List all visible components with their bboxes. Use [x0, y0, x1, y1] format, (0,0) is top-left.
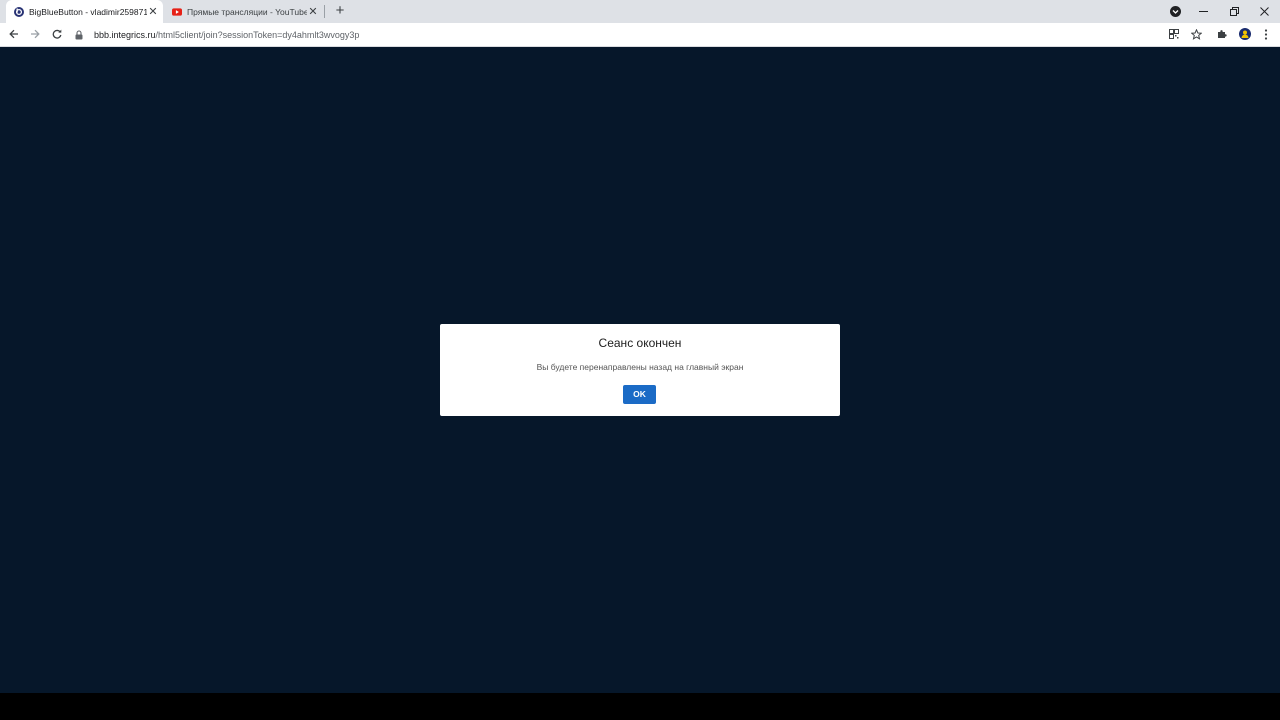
ok-button[interactable]: OK — [623, 385, 656, 404]
close-window-icon[interactable] — [1249, 0, 1279, 23]
dialog-message: Вы будете перенаправлены назад на главны… — [536, 362, 744, 372]
dialog-title: Сеанс окончен — [598, 336, 682, 350]
bigbluebutton-icon — [14, 6, 24, 17]
youtube-icon — [172, 7, 182, 17]
tab-bigbluebutton[interactable]: BigBlueButton - vladimir259871 ✕ — [6, 0, 163, 23]
bookmark-star-icon[interactable] — [1188, 26, 1204, 42]
url-host: bbb.integrics.ru — [94, 29, 156, 40]
restore-icon[interactable] — [1219, 0, 1249, 23]
address-bar[interactable]: bbb.integrics.ru/html5client/join?sessio… — [72, 25, 1212, 44]
tab-separator — [324, 5, 325, 18]
qr-code-icon[interactable] — [1166, 26, 1182, 42]
url-path: /html5client/join?sessionToken=dy4ahmlt3… — [155, 29, 360, 40]
lock-icon[interactable] — [72, 29, 86, 40]
extensions-puzzle-icon[interactable] — [1214, 26, 1230, 42]
kebab-menu-icon[interactable] — [1258, 26, 1274, 42]
browser-toolbar: bbb.integrics.ru/html5client/join?sessio… — [0, 23, 1280, 47]
page-content: Сеанс окончен Вы будете перенаправлены н… — [0, 47, 1280, 693]
close-tab-icon[interactable]: ✕ — [147, 6, 159, 18]
new-tab-plus-icon[interactable]: + — [332, 3, 348, 19]
minimize-icon[interactable] — [1188, 0, 1218, 23]
close-tab-icon[interactable]: ✕ — [307, 6, 319, 18]
reload-icon[interactable] — [49, 26, 65, 42]
session-ended-dialog: Сеанс окончен Вы будете перенаправлены н… — [440, 324, 840, 416]
forward-arrow-icon[interactable] — [27, 26, 43, 42]
tab-strip: BigBlueButton - vladimir259871 ✕ Прямые … — [0, 0, 1280, 23]
tab-title: Прямые трансляции - YouTube — [187, 6, 307, 17]
tab-youtube[interactable]: Прямые трансляции - YouTube ✕ — [166, 0, 323, 23]
profile-avatar-icon[interactable] — [1237, 26, 1253, 42]
tab-title: BigBlueButton - vladimir259871 — [29, 6, 147, 17]
taskbar — [0, 693, 1280, 720]
tab-search-icon[interactable] — [1160, 0, 1190, 23]
back-arrow-icon[interactable] — [6, 26, 22, 42]
